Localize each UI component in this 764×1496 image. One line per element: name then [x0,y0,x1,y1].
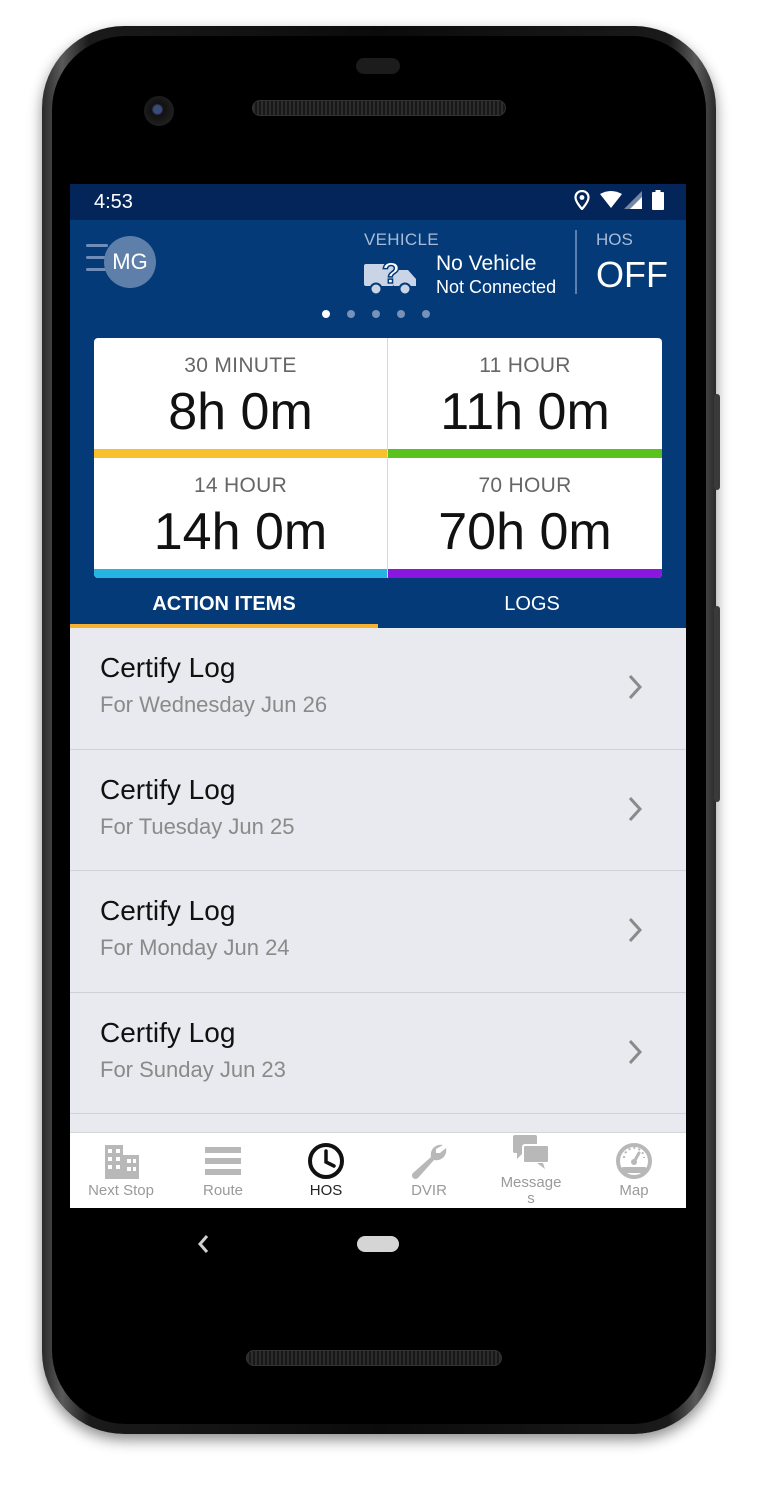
bottom-speaker [246,1350,502,1366]
wifi-icon [600,191,622,208]
proximity-sensor [356,58,400,74]
vehicle-connection-status: Not Connected [436,277,557,297]
nav-label: Map [619,1182,649,1199]
location-icon [574,190,590,210]
tab-label: LOGS [504,593,560,615]
timer-bar [388,449,662,458]
timer-bar [94,569,387,578]
hos-status-value: OFF [596,254,668,295]
building-icon [105,1145,139,1179]
tab-action-items[interactable]: ACTION ITEMS [70,590,378,630]
timer-value: 8h 0m [168,383,313,441]
nav-dvir[interactable]: DVIR [378,1133,480,1208]
vehicle-label: VEHICLE [364,230,439,249]
timer-value: 70h 0m [438,503,612,561]
page-indicator [322,310,430,318]
list-item[interactable]: Certify Log For Monday Jun 24 [70,871,686,993]
nav-label: DVIR [411,1182,447,1199]
clock-icon [308,1143,344,1179]
nav-label: HOS [309,1182,343,1199]
list-item[interactable]: Certify Log For Wednesday Jun 26 [70,628,686,750]
timer-value: 11h 0m [440,383,610,441]
nav-route[interactable]: Route [172,1133,274,1208]
timer-bar [388,569,662,578]
power-button [714,394,720,490]
nav-map[interactable]: Map [583,1133,685,1208]
list-item[interactable]: Certify Log For Tuesday Jun 25 [70,749,686,871]
chevron-right-icon [628,1039,642,1064]
page-dot[interactable] [397,310,405,318]
item-title: Certify Log [100,652,236,683]
speedometer-icon [616,1143,652,1179]
timer-30-minute: 30 MINUTE 8h 0m [94,338,387,458]
system-back-icon[interactable] [196,1234,212,1254]
vehicle-name: No Vehicle [436,252,537,275]
item-title: Certify Log [100,773,236,805]
chevron-right-icon [628,674,642,700]
list-icon [205,1147,241,1175]
status-bar: 4:53 [70,184,686,220]
battery-icon [652,190,664,210]
system-home-button[interactable] [357,1236,399,1252]
timer-label: 11 HOUR [479,354,571,377]
bottom-nav: Next Stop Route HOS DVIR Message s Map [70,1132,686,1208]
hos-header: MG VEHICLE ? No Vehicle Not Connected HO… [70,220,686,630]
app-screen: 4:53 MG VEHICLE ? No Vehicle Not Connect… [70,184,686,1208]
item-subtitle: For Monday Jun 24 [100,935,290,960]
timer-label: 30 MINUTE [184,354,297,377]
page-dot[interactable] [322,310,330,318]
timer-label: 70 HOUR [478,474,572,497]
item-title: Certify Log [100,895,236,926]
svg-text:?: ? [382,257,400,290]
wrench-icon [411,1144,447,1180]
item-subtitle: For Wednesday Jun 26 [100,692,328,717]
nav-next-stop[interactable]: Next Stop [70,1133,172,1208]
timer-11-hour: 11 HOUR 11h 0m [388,338,662,458]
action-items-list: Certify Log For Wednesday Jun 26 Certify… [70,628,686,1132]
timer-70-hour: 70 HOUR 70h 0m [388,458,662,578]
hos-label: HOS [596,230,633,249]
unknown-vehicle-icon[interactable]: ? [362,254,422,298]
nav-label: Next Stop [88,1182,154,1199]
list-item[interactable]: Certify Log For Sunday Jun 23 [70,992,686,1114]
chevron-right-icon [628,917,642,943]
item-subtitle: For Tuesday Jun 25 [100,813,295,839]
nav-messages[interactable]: Message s [480,1133,582,1208]
page-dot[interactable] [372,310,380,318]
timer-14-hour: 14 HOUR 14h 0m [94,458,387,578]
nav-label: Message s [500,1174,562,1207]
avatar[interactable]: MG [104,236,156,288]
nav-hos[interactable]: HOS [275,1133,377,1208]
chevron-right-icon [628,796,642,821]
item-subtitle: For Sunday Jun 23 [100,1056,286,1082]
timer-label: 14 HOUR [193,474,288,497]
status-icons [574,190,664,210]
timer-divider [387,338,388,578]
timer-bar [94,449,387,458]
front-camera [144,96,174,126]
volume-button [714,606,720,802]
tab-label: ACTION ITEMS [152,593,296,615]
timer-value: 14h 0m [153,503,328,561]
tab-bar: ACTION ITEMS LOGS [70,590,686,630]
signal-icon [624,191,642,209]
status-time: 4:53 [94,191,133,213]
page-dot[interactable] [422,310,430,318]
messages-icon [513,1135,550,1169]
earpiece-speaker [252,100,506,116]
tab-logs[interactable]: LOGS [378,590,686,628]
header-divider [575,230,577,294]
item-title: Certify Log [100,1016,236,1048]
nav-label: Route [202,1182,244,1199]
page-dot[interactable] [347,310,355,318]
hos-timers-card[interactable]: 30 MINUTE 8h 0m 11 HOUR 11h 0m 14 HOUR 1… [94,338,662,578]
